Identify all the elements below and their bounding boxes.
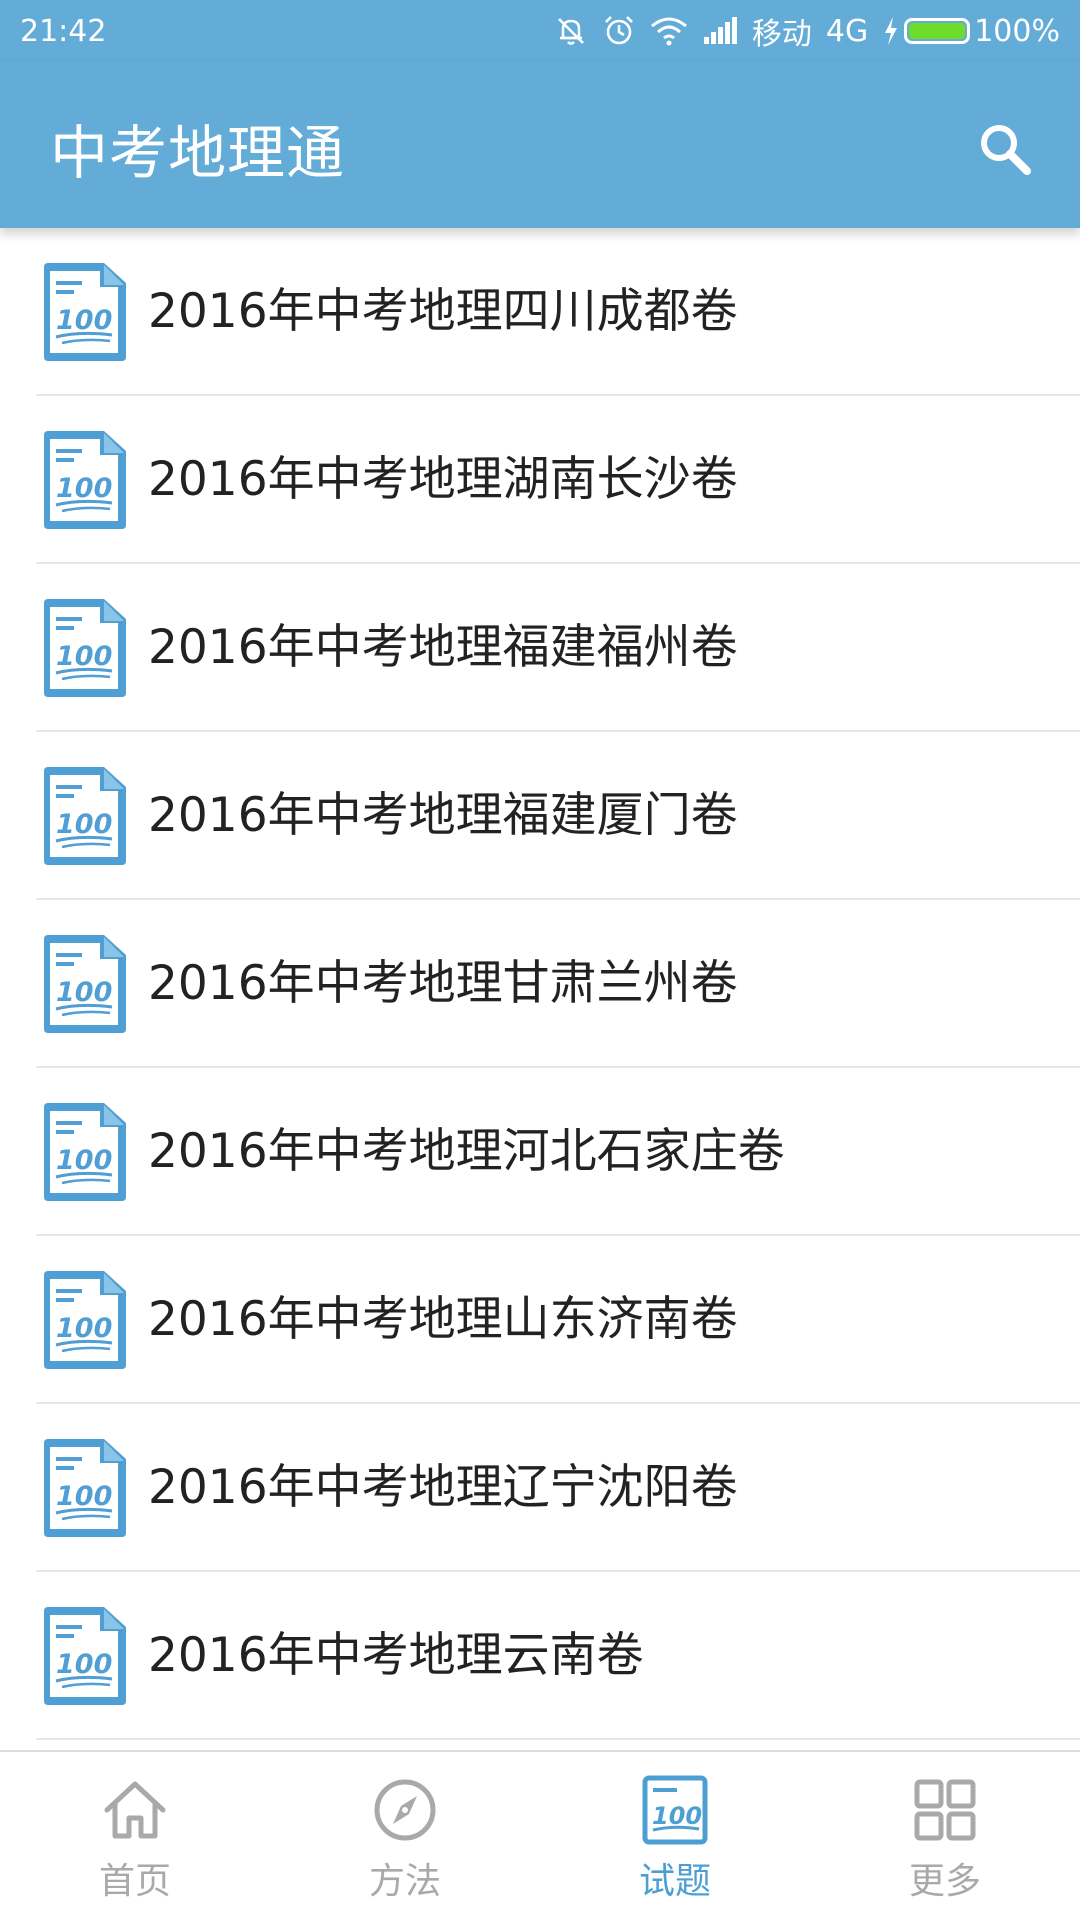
network-label: 4G — [825, 13, 869, 49]
battery-indicator: 100% — [882, 14, 1060, 49]
svg-text:100: 100 — [56, 1481, 112, 1512]
signal-icon — [702, 17, 738, 45]
svg-text:100: 100 — [56, 977, 112, 1008]
svg-text:100: 100 — [56, 473, 112, 504]
list-item-label: 2016年中考地理山东济南卷 — [148, 1292, 738, 1347]
list-item[interactable]: 100 2016年中考地理云南卷 — [0, 1572, 1080, 1740]
exam-paper-100-icon: 100 — [44, 599, 126, 697]
nav-item-home[interactable]: 首页 — [0, 1752, 270, 1922]
battery-icon — [904, 18, 971, 44]
charging-icon — [885, 17, 898, 45]
list-item[interactable]: 100 2016年中考地理福建厦门卷 — [0, 732, 1080, 900]
exam-paper-100-icon: 100 — [44, 935, 126, 1033]
wifi-icon — [650, 16, 688, 46]
svg-text:100: 100 — [56, 1313, 112, 1344]
home-icon — [104, 1781, 166, 1839]
list-item-label: 2016年中考地理福建厦门卷 — [148, 788, 738, 843]
app-bar: 中考地理通 — [0, 62, 1080, 228]
nav-item-more[interactable]: 更多 — [810, 1752, 1080, 1922]
list-item[interactable]: 100 2016年中考地理辽宁沈阳卷 — [0, 1404, 1080, 1572]
exam-paper-100-icon: 100 — [44, 1103, 126, 1201]
list-item-label: 2016年中考地理辽宁沈阳卷 — [148, 1460, 738, 1515]
alarm-icon — [602, 14, 636, 48]
bottom-nav: 首页 方法 100 试题 更多 — [0, 1750, 1080, 1922]
nav-item-exams[interactable]: 100 试题 — [540, 1752, 810, 1922]
nav-label-method: 方法 — [368, 1861, 441, 1902]
list-item[interactable]: 100 2016年中考地理福建福州卷 — [0, 564, 1080, 732]
mute-icon — [554, 14, 588, 48]
exam-paper-100-icon: 100 — [44, 767, 126, 865]
list-item[interactable]: 100 2016年中考地理山东济南卷 — [0, 1236, 1080, 1404]
search-button[interactable] — [970, 114, 1040, 184]
svg-text:100: 100 — [56, 1145, 112, 1176]
status-indicators: 移动 4G 100% — [554, 9, 1060, 53]
svg-text:100: 100 — [56, 809, 112, 840]
compass-icon — [374, 1779, 436, 1841]
exam-paper-100-icon: 100 — [44, 1439, 126, 1537]
list-item-label: 2016年中考地理河北石家庄卷 — [148, 1124, 785, 1179]
list-item-label: 2016年中考地理云南卷 — [148, 1628, 644, 1683]
exam-paper-100-icon: 100 — [44, 263, 126, 361]
battery-percent: 100% — [974, 13, 1060, 49]
exam-paper-100-icon: 100 — [642, 1775, 708, 1845]
list-item[interactable]: 100 2016年中考地理甘肃兰州卷 — [0, 900, 1080, 1068]
carrier-label: 移动 — [751, 17, 812, 52]
nav-label-exams: 试题 — [638, 1861, 711, 1902]
list-item[interactable]: 100 2016年中考地理四川成都卷 — [0, 228, 1080, 396]
status-time: 21:42 — [20, 13, 107, 49]
exam-list: 100 2016年中考地理四川成都卷 100 2016年中考地理湖南长沙卷 10… — [0, 228, 1080, 1750]
exam-paper-100-icon: 100 — [44, 1271, 126, 1369]
svg-text:100: 100 — [56, 305, 112, 336]
svg-text:100: 100 — [56, 1649, 112, 1680]
nav-label-home: 首页 — [98, 1861, 171, 1902]
svg-text:100: 100 — [56, 641, 112, 672]
status-bar: 21:42 移动 4G 100% — [0, 0, 1080, 62]
exam-paper-100-icon: 100 — [44, 1607, 126, 1705]
list-item-label: 2016年中考地理湖南长沙卷 — [148, 452, 738, 507]
nav-item-method[interactable]: 方法 — [270, 1752, 540, 1922]
list-item-label: 2016年中考地理四川成都卷 — [148, 284, 738, 339]
grid-icon — [914, 1779, 976, 1841]
list-item[interactable]: 100 2016年中考地理河北石家庄卷 — [0, 1068, 1080, 1236]
list-item-label: 2016年中考地理福建福州卷 — [148, 620, 738, 675]
list-item[interactable]: 100 2016年中考地理湖南长沙卷 — [0, 396, 1080, 564]
search-icon — [981, 125, 1031, 175]
list-item-label: 2016年中考地理甘肃兰州卷 — [148, 956, 738, 1011]
nav-label-more: 更多 — [908, 1861, 981, 1902]
exam-paper-100-icon: 100 — [44, 431, 126, 529]
app-title: 中考地理通 — [50, 119, 346, 187]
